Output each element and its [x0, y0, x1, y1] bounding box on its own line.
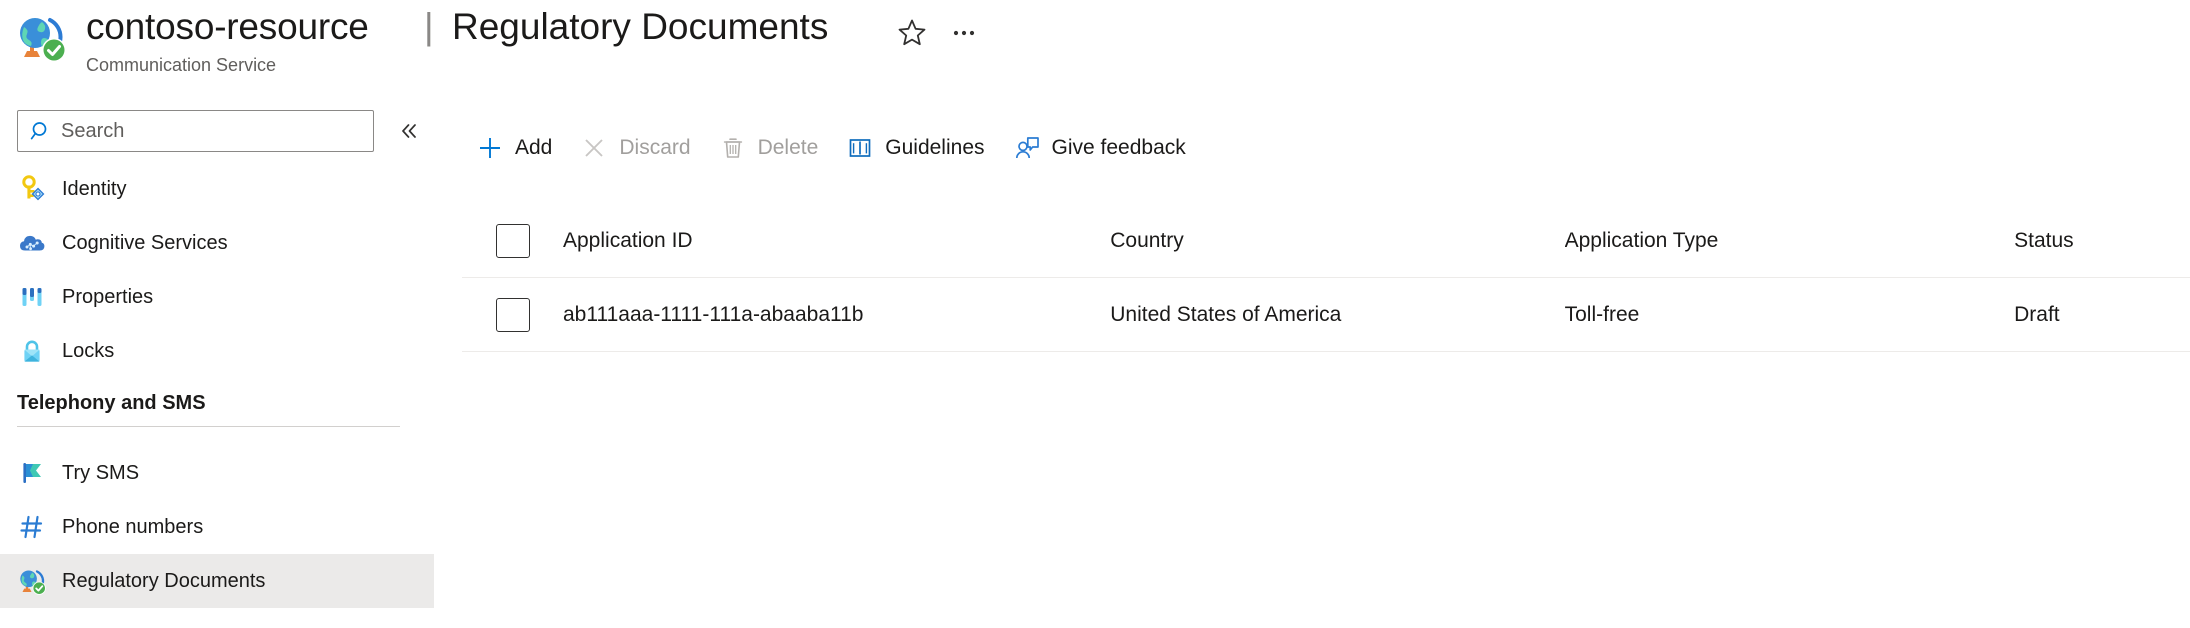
blade-header: contoso-resource Communication Service |…: [0, 0, 2190, 96]
sidebar-section-divider: [17, 426, 400, 427]
sidebar-item-properties[interactable]: Properties: [0, 270, 434, 324]
command-label: Discard: [619, 136, 691, 159]
sidebar-item-label: Locks: [62, 339, 115, 362]
delete-button[interactable]: Delete: [705, 120, 833, 176]
cell-status: Draft: [2014, 302, 2060, 326]
regulatory-documents-grid: Application ID Country Application Type …: [462, 204, 2190, 352]
sidebar: Identity Cognitive Services: [0, 96, 434, 628]
sidebar-item-cognitive-services[interactable]: Cognitive Services: [0, 216, 434, 270]
star-outline-icon[interactable]: [893, 14, 931, 52]
command-label: Give feedback: [1051, 136, 1186, 159]
discard-button[interactable]: Discard: [566, 120, 704, 176]
sidebar-item-regulatory-documents[interactable]: Regulatory Documents: [0, 554, 434, 608]
command-bar: Add Discard Delete Guidelines Give feedb…: [462, 120, 1200, 176]
column-header-country[interactable]: Country: [1110, 229, 1564, 253]
book-icon: [846, 134, 874, 162]
command-label: Add: [515, 136, 553, 159]
sidebar-item-identity[interactable]: Identity: [0, 162, 434, 216]
column-header-application-id[interactable]: Application ID: [563, 229, 1110, 253]
azure-portal-blade: contoso-resource Communication Service |…: [0, 0, 2190, 628]
command-label: Delete: [757, 136, 819, 159]
sidebar-item-try-sms[interactable]: Try SMS: [0, 446, 434, 500]
row-divider: [462, 351, 2190, 352]
globe-check-icon: [17, 566, 47, 596]
plus-icon: [476, 134, 504, 162]
person-feedback-icon: [1013, 134, 1041, 162]
sidebar-search-row: [0, 110, 434, 156]
sidebar-item-phone-numbers[interactable]: Phone numbers: [0, 500, 434, 554]
sidebar-item-locks[interactable]: Locks: [0, 324, 434, 378]
guidelines-button[interactable]: Guidelines: [832, 120, 998, 176]
select-all-checkbox[interactable]: [496, 223, 530, 258]
search-input[interactable]: [61, 119, 351, 143]
command-label: Guidelines: [885, 136, 985, 159]
cell-country: United States of America: [1110, 302, 1342, 326]
column-header-application-type[interactable]: Application Type: [1565, 229, 2015, 253]
cell-application-id: ab111aaa-1111-111a-abaaba11b: [563, 302, 864, 326]
search-icon: [30, 120, 52, 142]
sidebar-item-label: Cognitive Services: [62, 231, 228, 254]
sidebar-item-label: Properties: [62, 285, 154, 308]
search-box[interactable]: [17, 110, 374, 152]
properties-bars-icon: [17, 282, 47, 312]
ellipsis-icon[interactable]: [945, 14, 983, 52]
flag-icon: [17, 458, 47, 488]
trash-icon: [719, 134, 747, 162]
resource-type: Communication Service: [86, 55, 277, 75]
add-button[interactable]: Add: [462, 120, 566, 176]
key-icon: [17, 174, 47, 204]
resource-name: contoso-resource: [86, 6, 369, 47]
give-feedback-button[interactable]: Give feedback: [999, 120, 1200, 176]
title-divider: |: [424, 6, 434, 47]
table-header-row: Application ID Country Application Type …: [462, 204, 2190, 277]
sidebar-item-label: Phone numbers: [62, 515, 204, 538]
sidebar-item-label: Try SMS: [62, 461, 140, 484]
column-header-status[interactable]: Status: [2014, 229, 2190, 253]
double-chevron-left-icon[interactable]: [392, 116, 424, 146]
row-checkbox[interactable]: [496, 297, 530, 332]
cell-application-type: Toll-free: [1564, 302, 1640, 326]
sidebar-item-label: Identity: [62, 177, 127, 200]
sidebar-item-label: Regulatory Documents: [62, 569, 266, 592]
sidebar-section-title: Telephony and SMS: [17, 392, 206, 414]
hash-icon: [17, 512, 47, 542]
globe-check-icon: [14, 10, 68, 64]
cloud-ai-icon: [17, 228, 47, 258]
lock-icon: [17, 336, 47, 366]
close-x-icon: [580, 134, 608, 162]
table-row[interactable]: ab111aaa-1111-111a-abaaba11b United Stat…: [462, 278, 2190, 351]
page-title: Regulatory Documents: [452, 6, 829, 47]
